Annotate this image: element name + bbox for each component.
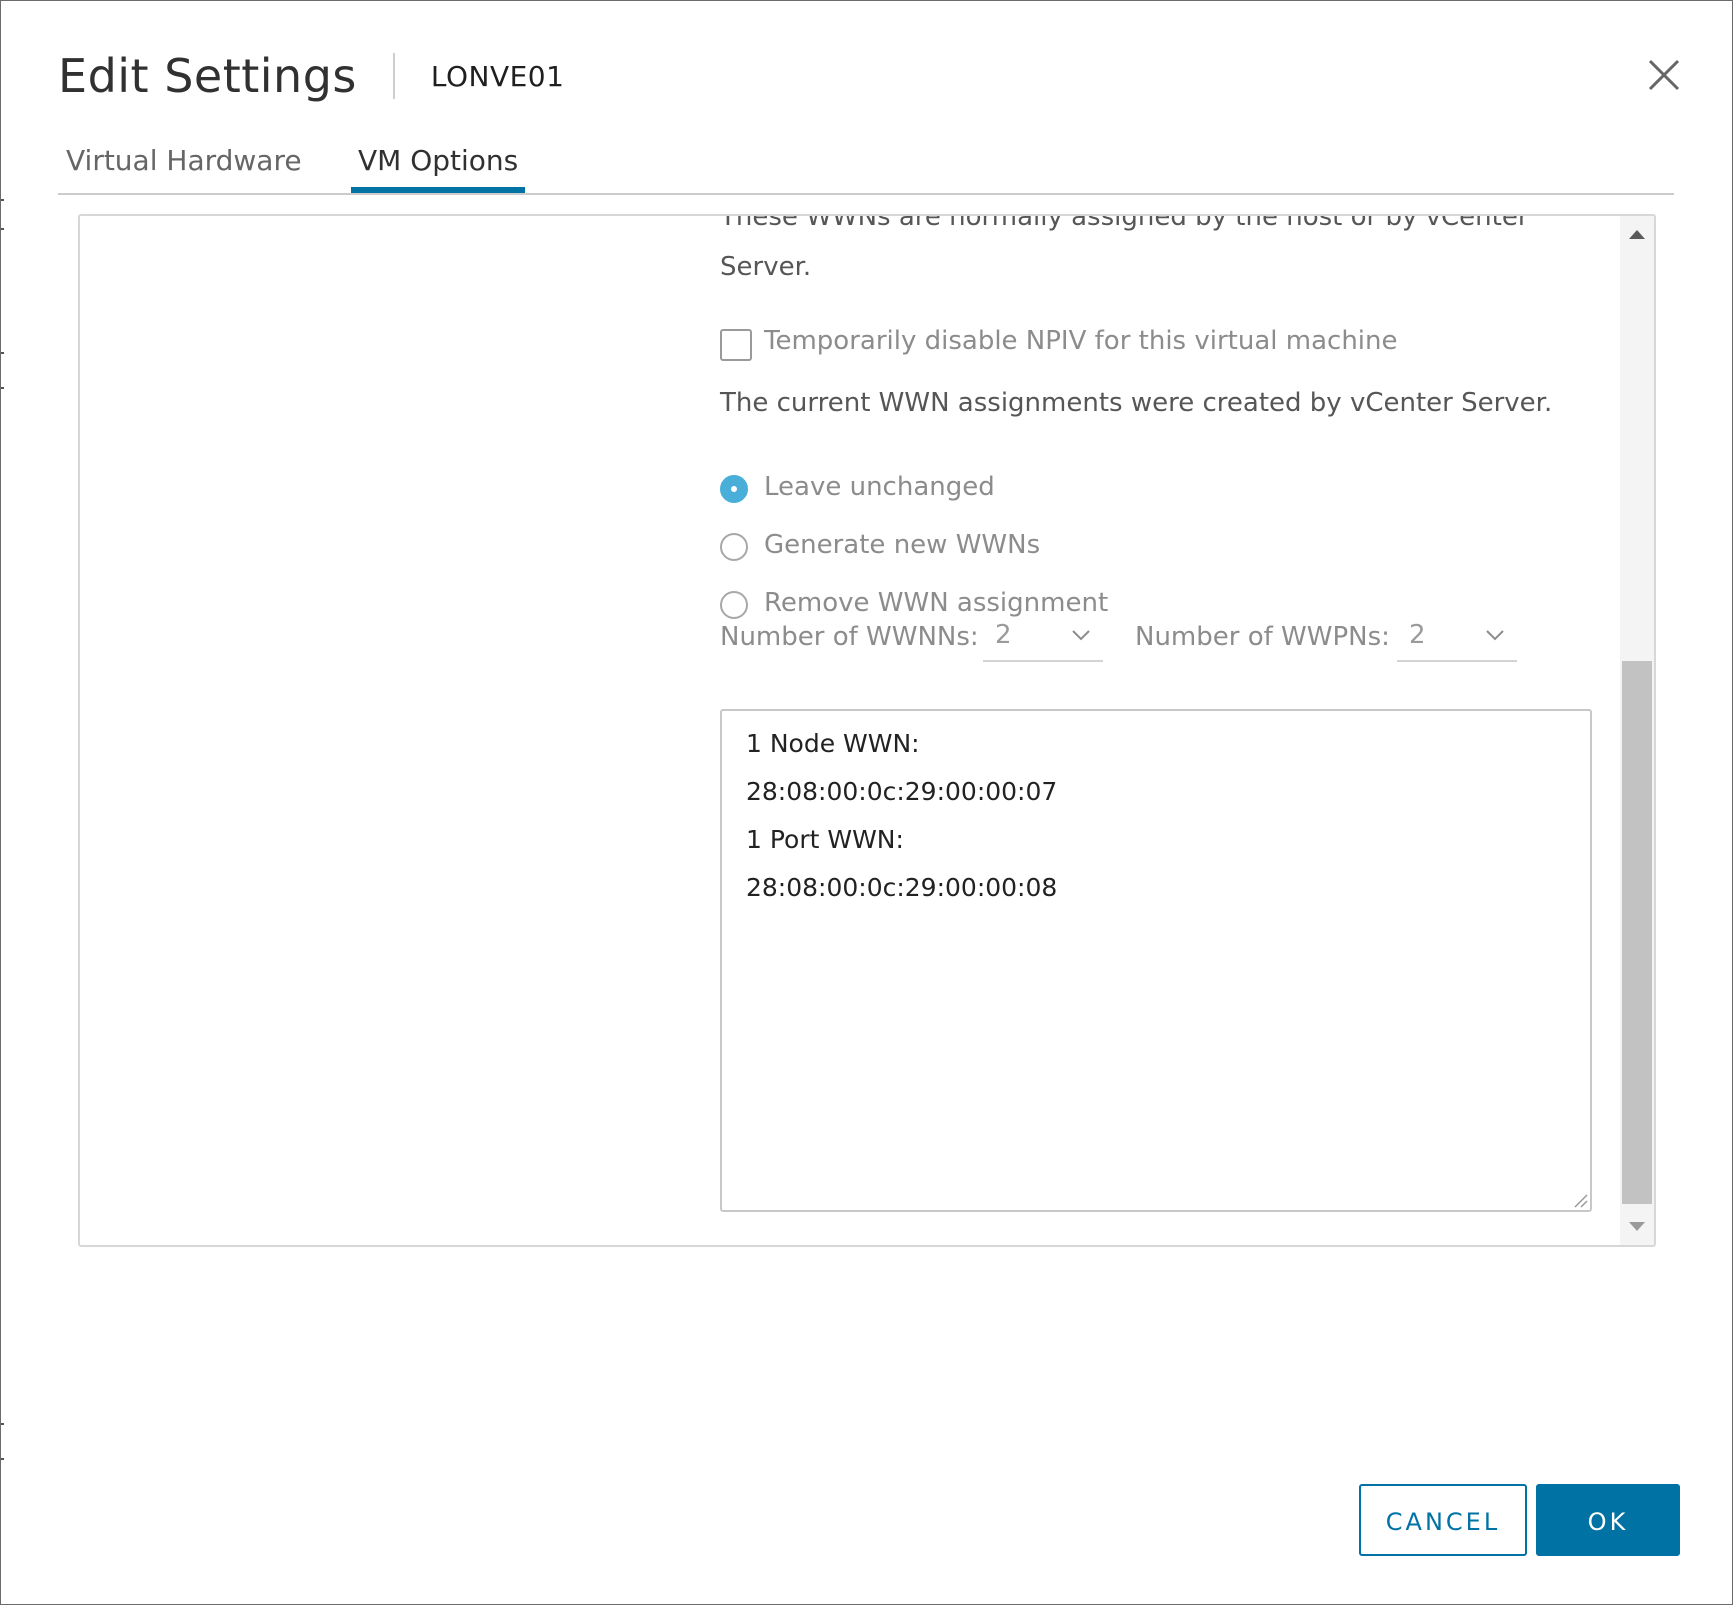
tab-virtual-hardware[interactable]: Virtual Hardware <box>59 131 309 191</box>
wwnn-count-select[interactable]: 2 <box>983 616 1103 662</box>
node-wwn-value: 28:08:00:0c:29:00:00:07 <box>746 777 1058 806</box>
radio-label: Generate new WWNs <box>764 530 1041 560</box>
cancel-button[interactable]: CANCEL <box>1359 1484 1527 1556</box>
scroll-down-icon[interactable] <box>1629 1222 1645 1231</box>
chevron-down-icon <box>1072 630 1090 641</box>
active-tab-indicator <box>351 187 526 193</box>
wwn-assignments-textarea[interactable]: 1 Node WWN: 28:08:00:0c:29:00:00:07 1 Po… <box>720 709 1592 1212</box>
disable-npiv-label: Temporarily disable NPIV for this virtua… <box>764 326 1398 356</box>
dialog-title: Edit Settings <box>58 49 357 103</box>
edge-marker <box>1 228 4 230</box>
title-divider <box>392 53 395 99</box>
tab-vm-options[interactable]: VM Options <box>351 131 526 193</box>
close-icon[interactable] <box>1647 58 1681 92</box>
vm-options-panel: These WWNs are normally assigned by the … <box>78 214 1656 1247</box>
npiv-description-server: Server. <box>720 252 812 282</box>
port-wwn-value: 28:08:00:0c:29:00:00:08 <box>746 873 1058 902</box>
radio-label: Remove WWN assignment <box>764 588 1109 618</box>
radio-generate-new-wwns[interactable] <box>720 533 748 561</box>
wwpn-count-label: Number of WWPNs: <box>1135 622 1390 652</box>
edit-settings-dialog: Edit Settings LONVE01 Virtual Hardware V… <box>0 0 1733 1605</box>
edge-marker <box>1 1458 4 1460</box>
scroll-up-icon[interactable] <box>1629 230 1645 239</box>
tab-label: Virtual Hardware <box>66 144 302 177</box>
scroll-content[interactable]: These WWNs are normally assigned by the … <box>80 216 1620 1245</box>
ok-button[interactable]: OK <box>1536 1484 1680 1556</box>
wwpn-count-value: 2 <box>1409 620 1426 650</box>
chevron-down-icon <box>1486 630 1504 641</box>
wwpn-count-select[interactable]: 2 <box>1397 616 1517 662</box>
wwnn-count-value: 2 <box>995 620 1012 650</box>
edge-marker <box>1 1423 4 1425</box>
vm-name: LONVE01 <box>430 59 565 93</box>
current-assignment-text: The current WWN assignments were created… <box>720 388 1553 418</box>
npiv-description-partial: These WWNs are normally assigned by the … <box>720 216 1529 232</box>
scrollbar-thumb[interactable] <box>1622 661 1652 1204</box>
radio-leave-unchanged[interactable] <box>720 475 748 503</box>
edge-marker <box>1 199 4 201</box>
dialog-header: Edit Settings LONVE01 <box>58 41 564 111</box>
vertical-scrollbar[interactable] <box>1620 216 1654 1245</box>
disable-npiv-checkbox[interactable] <box>720 329 752 361</box>
radio-remove-wwn-assignment[interactable] <box>720 591 748 619</box>
wwnn-count-label: Number of WWNNs: <box>720 622 979 652</box>
resize-grip-icon[interactable] <box>1571 1191 1589 1209</box>
tab-bar: Virtual Hardware VM Options <box>58 131 1674 195</box>
node-wwn-heading: 1 Node WWN: <box>746 729 920 758</box>
port-wwn-heading: 1 Port WWN: <box>746 825 904 854</box>
edge-marker <box>1 352 4 354</box>
radio-label: Leave unchanged <box>764 472 995 502</box>
edge-marker <box>1 387 4 389</box>
tab-label: VM Options <box>358 144 519 177</box>
